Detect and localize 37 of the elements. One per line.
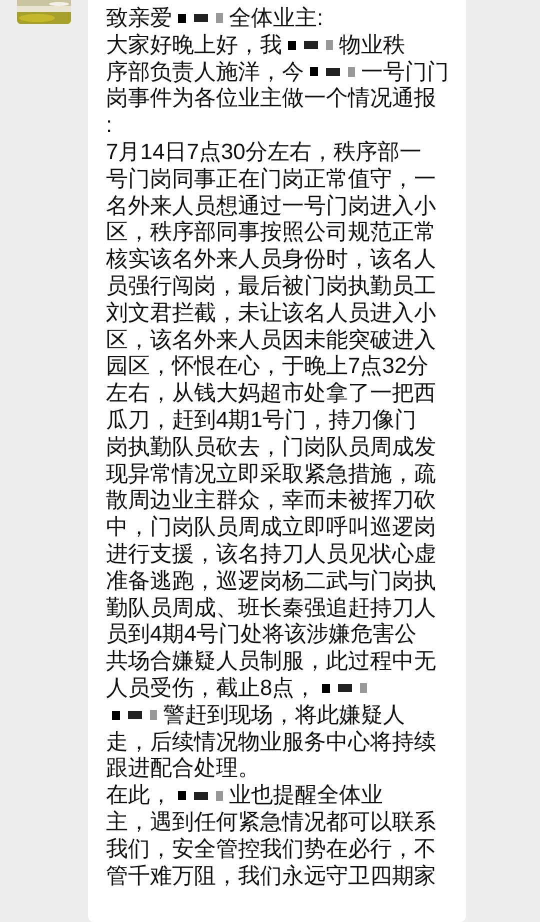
message-text: 散周边业主群众，幸而未被挥刀砍: [106, 487, 436, 514]
message-text: 岗事件为各位业主做一个情况通报: [106, 85, 436, 112]
message-text: 岗执勤队员砍去，门岗队员周成发: [106, 434, 436, 461]
message-text: 在此，: [106, 782, 172, 809]
message-text: 7月14日7点30分左右，秩序部一: [106, 138, 422, 166]
message-text: 准备逃跑，巡逻岗杨二武与门岗执: [106, 568, 436, 595]
message-text: 员到4期4号门处将该涉嫌危害公: [106, 621, 416, 648]
message-text: 进行支援，该名持刀人员见状心虚: [106, 540, 436, 568]
message-text: 人员受伤，截止8点，: [106, 674, 316, 702]
message-text: 跟进配合处理。: [106, 755, 260, 782]
message-text: 员强行闯岗，最后被门岗执勤员工: [106, 272, 436, 300]
message-text: 一号门门: [361, 58, 449, 86]
message-text: 走，后续情况物业服务中心将持续: [106, 728, 436, 756]
message-text: 中，门岗队员周成立即呼叫巡逻岗: [106, 514, 436, 541]
message-text: 园区，怀恨在心，于晚上7点32分: [106, 353, 429, 380]
message-text: 左右，从钱大妈超市处拿了一把西: [106, 380, 436, 407]
message-text: 物业秩: [339, 32, 405, 59]
message-text: 管千难万阻，我们永远守卫四期家: [106, 862, 436, 890]
message-text: 我们，安全管控我们势在必行，不: [106, 836, 436, 862]
message-text: 警赶到现场，将此嫌疑人: [163, 702, 405, 729]
message-text: 名外来人员想通过一号门岗进入小: [106, 192, 436, 220]
message-text: :: [106, 112, 112, 139]
message-text: 刘文君拦截，未让该名人员进入小: [106, 300, 436, 327]
message-text: 核实该名外来人员身份时，该名人: [106, 246, 436, 273]
message-text: 主，遇到任何紧急情况都可以联系: [106, 808, 436, 836]
message-text: 业也提醒全体业: [229, 782, 383, 809]
message-text: 区，该名外来人员因未能突破进入: [106, 326, 436, 354]
message-text: 大家好晚上好，我: [106, 32, 282, 59]
message-text: 瓜刀，赶到4期1号门，持刀像门: [106, 406, 416, 434]
message-text: 共场合嫌疑人员制服，此过程中无: [106, 648, 436, 675]
message-text: 全体业主:: [229, 5, 324, 32]
message-text: 勤队员周成、班长秦强追赶持刀人: [106, 594, 436, 622]
message-text: 号门岗同事正在门岗正常值守，一: [106, 166, 436, 193]
message-text: 序部负责人施洋，今: [106, 58, 304, 86]
message-text: 致亲爱: [106, 5, 172, 32]
message-text: 现异常情况立即采取紧急措施，疏: [106, 460, 436, 488]
message-text: 区，秩序部同事按照公司规范正常: [106, 219, 436, 246]
